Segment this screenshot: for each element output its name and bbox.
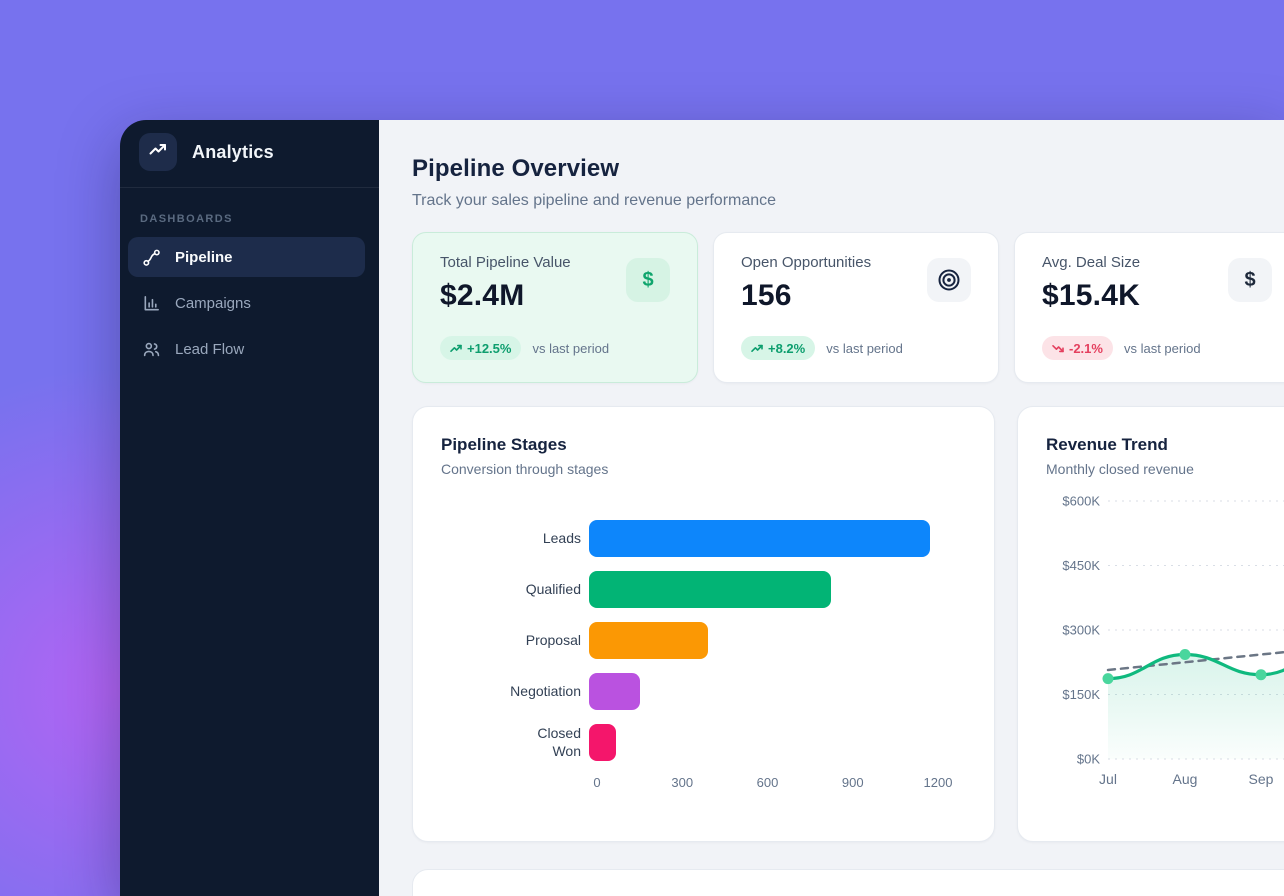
dollar-icon: $ [1228, 258, 1272, 302]
x-tick: 1200 [924, 775, 953, 790]
chart-subtitle: Conversion through stages [441, 461, 966, 477]
charts-row: Pipeline Stages Conversion through stage… [412, 406, 1284, 842]
bar-track [589, 520, 966, 557]
app-window: Analytics DASHBOARDS Pipeline Campaigns … [120, 120, 1284, 896]
users-icon [141, 340, 161, 359]
line-chart: $600K $450K $300K $150K $0K Jul Aug Sep [1046, 489, 1284, 797]
pipeline-icon [141, 248, 161, 267]
bar-label: Leads [441, 530, 589, 548]
x-tick: 300 [671, 775, 693, 790]
kpi-card-avg-deal-size: Avg. Deal Size $15.4K $ -2.1% vs last pe… [1014, 232, 1284, 383]
sidebar-section-label: DASHBOARDS [140, 213, 379, 225]
bar-row: Qualified [441, 571, 966, 608]
sidebar-divider [120, 187, 379, 188]
delta-value: -2.1% [1069, 341, 1103, 356]
bar-row: Leads [441, 520, 966, 557]
sidebar-item-label: Pipeline [175, 249, 233, 266]
svg-text:Sep: Sep [1249, 771, 1274, 787]
page-title: Pipeline Overview [412, 155, 1284, 183]
kpi-compare: vs last period [532, 341, 609, 356]
bar-track [589, 571, 966, 608]
bar-closed-won [589, 724, 616, 761]
delta-badge: +12.5% [440, 336, 521, 360]
svg-text:$0K: $0K [1077, 752, 1100, 767]
bar-leads [589, 520, 930, 557]
trending-up-icon [751, 343, 763, 354]
kpi-row: Total Pipeline Value $2.4M $ +12.5% vs l… [412, 232, 1284, 383]
bar-label: Negotiation [441, 683, 589, 701]
svg-text:Jul: Jul [1099, 771, 1117, 787]
pipeline-stages-card: Pipeline Stages Conversion through stage… [412, 406, 995, 842]
sidebar-logo-row: Analytics [120, 120, 379, 183]
trending-up-icon [450, 343, 462, 354]
bar-label: Closed Won [519, 725, 589, 760]
sidebar-item-campaigns[interactable]: Campaigns [128, 283, 365, 323]
delta-badge: -2.1% [1042, 336, 1113, 360]
bottom-card [412, 869, 1284, 896]
delta-value: +8.2% [768, 341, 805, 356]
svg-text:Aug: Aug [1173, 771, 1198, 787]
chart-title: Pipeline Stages [441, 435, 966, 455]
page-subtitle: Track your sales pipeline and revenue pe… [412, 192, 1284, 210]
svg-text:$450K: $450K [1062, 558, 1100, 573]
revenue-trend-card: Revenue Trend Monthly closed revenue $60… [1017, 406, 1284, 842]
svg-text:$150K: $150K [1062, 687, 1100, 702]
app-logo [139, 133, 177, 171]
bar-row: Closed Won [441, 724, 966, 761]
x-axis: 0 300 600 900 1200 [597, 775, 966, 795]
delta-badge: +8.2% [741, 336, 815, 360]
kpi-card-total-pipeline-value: Total Pipeline Value $2.4M $ +12.5% vs l… [412, 232, 698, 383]
bar-proposal [589, 622, 708, 659]
kpi-delta-row: -2.1% vs last period [1042, 336, 1272, 360]
chart-subtitle: Monthly closed revenue [1046, 461, 1284, 477]
sidebar: Analytics DASHBOARDS Pipeline Campaigns … [120, 120, 379, 896]
svg-text:$300K: $300K [1062, 623, 1100, 638]
bar-row: Proposal [441, 622, 966, 659]
kpi-delta-row: +8.2% vs last period [741, 336, 971, 360]
x-tick: 0 [593, 775, 600, 790]
trending-down-icon [1052, 343, 1064, 354]
dollar-icon: $ [626, 258, 670, 302]
bar-row: Negotiation [441, 673, 966, 710]
x-tick: 600 [757, 775, 779, 790]
bar-track [589, 724, 966, 761]
svg-text:$600K: $600K [1062, 494, 1100, 509]
bar-track [589, 673, 966, 710]
x-tick: 900 [842, 775, 864, 790]
bar-chart-icon [141, 294, 161, 313]
bar-label: Proposal [441, 632, 589, 650]
main-content: Pipeline Overview Track your sales pipel… [379, 120, 1284, 896]
kpi-delta-row: +12.5% vs last period [440, 336, 670, 360]
bar-label: Qualified [441, 581, 589, 599]
trending-up-icon [148, 140, 168, 165]
sidebar-item-lead-flow[interactable]: Lead Flow [128, 329, 365, 369]
app-title: Analytics [192, 142, 274, 163]
delta-value: +12.5% [467, 341, 511, 356]
sidebar-item-label: Lead Flow [175, 341, 244, 358]
bar-track [589, 622, 966, 659]
sidebar-item-label: Campaigns [175, 295, 251, 312]
kpi-card-open-opportunities: Open Opportunities 156 +8.2% vs last per… [713, 232, 999, 383]
kpi-compare: vs last period [826, 341, 903, 356]
bar-negotiation [589, 673, 640, 710]
chart-title: Revenue Trend [1046, 435, 1284, 455]
sidebar-item-pipeline[interactable]: Pipeline [128, 237, 365, 277]
kpi-compare: vs last period [1124, 341, 1201, 356]
bar-qualified [589, 571, 831, 608]
bar-chart: Leads Qualified Proposal Negotiation [441, 520, 966, 795]
target-icon [927, 258, 971, 302]
